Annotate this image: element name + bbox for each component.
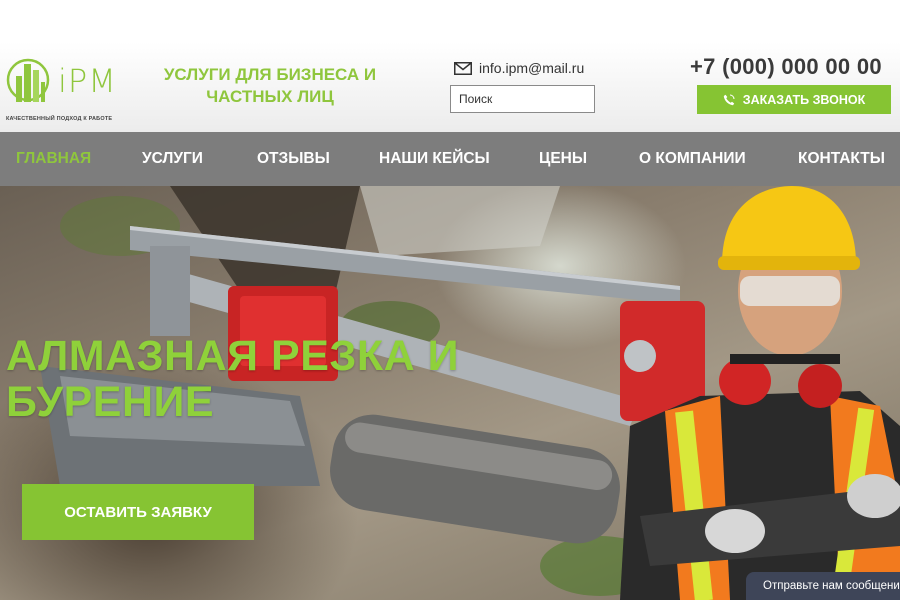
logo-mark-icon xyxy=(6,58,50,102)
site-header: iPM КАЧЕСТВЕННЫЙ ПОДХОД К РАБОТЕ УСЛУГИ … xyxy=(0,42,900,132)
nav-item-cases[interactable]: НАШИ КЕЙСЫ xyxy=(379,132,490,186)
chat-widget-label: Отправьте нам сообщение xyxy=(763,580,900,592)
nav-item-about[interactable]: О КОМПАНИИ xyxy=(639,132,746,186)
hero-title-line1: АЛМАЗНАЯ РЕЗКА И xyxy=(6,332,459,380)
order-call-button[interactable]: ЗАКАЗАТЬ ЗВОНОК xyxy=(697,85,891,114)
phone-handset-icon xyxy=(723,94,735,105)
nav-item-services[interactable]: УСЛУГИ xyxy=(142,132,203,186)
hero-banner: АЛМАЗНАЯ РЕЗКА И БУРЕНИЕ ОСТАВИТЬ ЗАЯВКУ xyxy=(0,186,900,600)
chat-widget[interactable]: Отправьте нам сообщение xyxy=(746,572,900,600)
logo-text: iPM xyxy=(58,62,117,100)
nav-item-reviews[interactable]: ОТЗЫВЫ xyxy=(257,132,330,186)
email-contact[interactable]: info.ipm@mail.ru xyxy=(454,60,584,76)
logo-tagline: КАЧЕСТВЕННЫЙ ПОДХОД К РАБОТЕ xyxy=(6,116,113,122)
header-tagline: УСЛУГИ ДЛЯ БИЗНЕСА И ЧАСТНЫХ ЛИЦ xyxy=(163,65,377,106)
envelope-icon xyxy=(454,61,472,75)
main-nav: ГЛАВНАЯ УСЛУГИ ОТЗЫВЫ НАШИ КЕЙСЫ ЦЕНЫ О … xyxy=(0,132,900,186)
hero-title-line2: БУРЕНИЕ xyxy=(6,378,215,426)
email-link[interactable]: info.ipm@mail.ru xyxy=(479,60,584,76)
hero-title: АЛМАЗНАЯ РЕЗКА И БУРЕНИЕ xyxy=(6,333,459,425)
nav-item-home[interactable]: ГЛАВНАЯ xyxy=(16,132,91,186)
nav-item-contacts[interactable]: КОНТАКТЫ xyxy=(798,132,885,186)
nav-item-prices[interactable]: ЦЕНЫ xyxy=(539,132,587,186)
leave-request-button[interactable]: ОСТАВИТЬ ЗАЯВКУ xyxy=(22,484,254,540)
logo[interactable]: iPM КАЧЕСТВЕННЫЙ ПОДХОД К РАБОТЕ xyxy=(6,54,126,122)
phone-number[interactable]: +7 (000) 000 00 00 xyxy=(690,54,882,80)
order-call-label: ЗАКАЗАТЬ ЗВОНОК xyxy=(742,92,866,107)
search-input[interactable] xyxy=(450,85,595,113)
